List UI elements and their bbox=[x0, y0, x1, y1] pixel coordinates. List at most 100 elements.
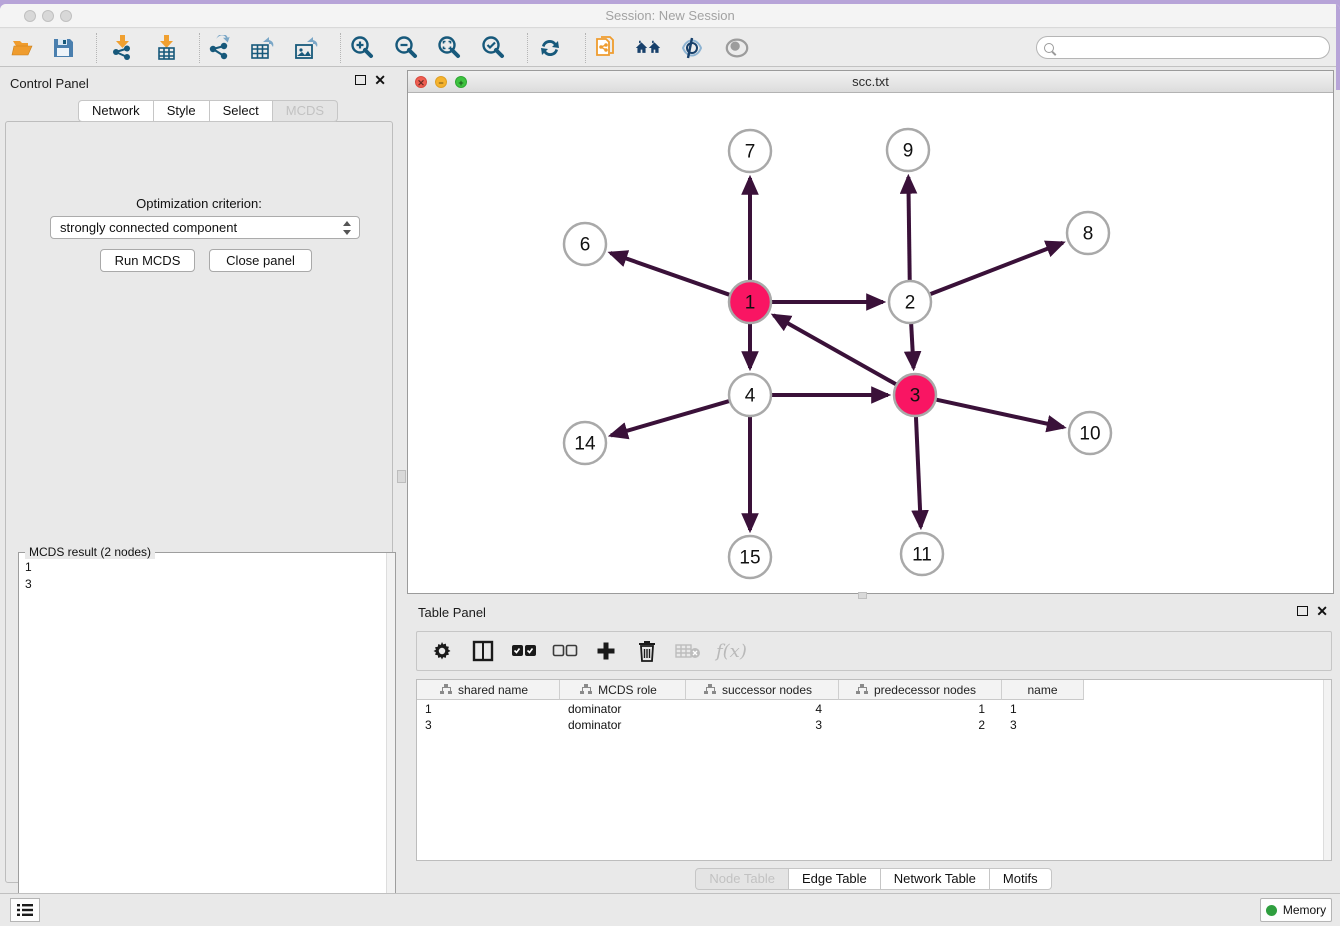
zoom-selected-icon[interactable] bbox=[480, 35, 506, 61]
table-cell[interactable]: dominator bbox=[560, 701, 686, 717]
column-header-predecessor-nodes[interactable]: predecessor nodes bbox=[839, 680, 1002, 700]
network-canvas[interactable]: 7 9 6 8 1 2 4 3 14 10 15 11 bbox=[408, 93, 1333, 593]
graph-node-6[interactable]: 6 bbox=[564, 223, 606, 265]
search-input[interactable] bbox=[1054, 37, 1329, 58]
graph-node-10[interactable]: 10 bbox=[1069, 412, 1111, 454]
graph-edge-3-1[interactable] bbox=[774, 315, 899, 385]
column-header-shared-name[interactable]: shared name bbox=[417, 680, 560, 700]
apply-layout-icon[interactable] bbox=[537, 35, 563, 61]
network-table-divider-handle[interactable] bbox=[858, 592, 867, 599]
close-panel-button[interactable]: Close panel bbox=[209, 249, 312, 272]
graph-edge-2-9[interactable] bbox=[908, 177, 909, 283]
tab-edge-table[interactable]: Edge Table bbox=[789, 868, 881, 890]
table-cell[interactable]: 3 bbox=[686, 717, 839, 733]
svg-text:7: 7 bbox=[745, 142, 756, 163]
toolbar-separator bbox=[96, 33, 97, 63]
column-header-successor-nodes[interactable]: successor nodes bbox=[686, 680, 839, 700]
table-scrollbar[interactable] bbox=[1323, 680, 1331, 860]
first-neighbors-icon[interactable] bbox=[635, 35, 661, 61]
graph-edge-1-6[interactable] bbox=[610, 253, 732, 296]
memory-button[interactable]: Memory bbox=[1260, 898, 1332, 922]
control-panel: Control Panel ✕ Optimization criterion: … bbox=[0, 67, 398, 897]
graph-node-4[interactable]: 4 bbox=[729, 374, 771, 416]
table-cell[interactable]: 4 bbox=[686, 701, 839, 717]
graph-node-14[interactable]: 14 bbox=[564, 422, 606, 464]
zoom-in-icon[interactable] bbox=[349, 35, 375, 61]
tab-network-table[interactable]: Network Table bbox=[881, 868, 990, 890]
graph-edge-2-3[interactable] bbox=[911, 321, 914, 368]
table-header-row: shared name MCDS role successor nodes pr… bbox=[417, 680, 1084, 700]
graph-edge-2-8[interactable] bbox=[928, 243, 1063, 295]
graph-node-11[interactable]: 11 bbox=[901, 533, 943, 575]
select-all-columns-icon[interactable] bbox=[511, 638, 537, 664]
table-cell[interactable]: 1 bbox=[1002, 701, 1084, 717]
tab-style[interactable]: Style bbox=[154, 100, 210, 122]
status-bar: Memory bbox=[0, 893, 1340, 926]
style-visibility-icon[interactable] bbox=[679, 35, 705, 61]
hide-selected-icon[interactable] bbox=[724, 35, 750, 61]
tab-motifs[interactable]: Motifs bbox=[990, 868, 1052, 890]
graph-edge-3-10[interactable] bbox=[934, 399, 1064, 427]
search-field[interactable] bbox=[1036, 36, 1330, 59]
network-view-window: ✕ − + scc.txt 7 9 6 8 1 2 4 3 14 10 15 11 bbox=[407, 70, 1334, 594]
export-table-icon[interactable] bbox=[249, 35, 275, 61]
close-table-panel-icon[interactable]: ✕ bbox=[1316, 606, 1328, 616]
control-panel-tabs: Network Style Select MCDS bbox=[78, 100, 338, 122]
titlebar: Session: New Session bbox=[0, 4, 1340, 28]
table-cell[interactable]: 2 bbox=[839, 717, 1002, 733]
column-label: successor nodes bbox=[722, 683, 812, 697]
table-cell[interactable]: dominator bbox=[560, 717, 686, 733]
tab-mcds[interactable]: MCDS bbox=[273, 100, 338, 122]
delete-column-icon[interactable] bbox=[634, 638, 660, 664]
tab-network[interactable]: Network bbox=[78, 100, 154, 122]
graph-node-7[interactable]: 7 bbox=[729, 130, 771, 172]
memory-status-icon bbox=[1266, 905, 1277, 916]
close-panel-icon[interactable]: ✕ bbox=[374, 75, 386, 85]
zoom-out-icon[interactable] bbox=[393, 35, 419, 61]
column-label: name bbox=[1027, 683, 1057, 697]
tab-node-table[interactable]: Node Table bbox=[695, 868, 789, 890]
graph-node-15[interactable]: 15 bbox=[729, 536, 771, 578]
task-history-button[interactable] bbox=[10, 898, 40, 922]
import-network-icon[interactable] bbox=[109, 35, 135, 61]
network-window-titlebar[interactable]: ✕ − + scc.txt bbox=[408, 71, 1333, 93]
graph-edge-4-14[interactable] bbox=[611, 400, 732, 435]
table-row[interactable]: 3 dominator 3 2 3 bbox=[417, 717, 1084, 733]
open-session-icon[interactable] bbox=[10, 35, 36, 61]
network-window-title: scc.txt bbox=[408, 74, 1333, 89]
graph-node-8[interactable]: 8 bbox=[1067, 212, 1109, 254]
delete-table-icon bbox=[675, 638, 701, 664]
panel-divider-handle[interactable] bbox=[397, 470, 406, 483]
save-session-icon[interactable] bbox=[50, 35, 76, 61]
graph-edge-3-11[interactable] bbox=[916, 414, 921, 527]
table-cell[interactable]: 1 bbox=[839, 701, 1002, 717]
zoom-fit-icon[interactable] bbox=[436, 35, 462, 61]
duplicate-network-icon[interactable] bbox=[593, 35, 619, 61]
table-settings-gear-icon[interactable] bbox=[429, 638, 455, 664]
float-table-panel-icon[interactable] bbox=[1297, 606, 1308, 616]
graph-node-9[interactable]: 9 bbox=[887, 129, 929, 171]
table-cell[interactable]: 1 bbox=[417, 701, 560, 717]
run-mcds-button[interactable]: Run MCDS bbox=[100, 249, 195, 272]
column-header-mcds-role[interactable]: MCDS role bbox=[560, 680, 686, 700]
float-panel-icon[interactable] bbox=[355, 75, 366, 85]
show-columns-icon[interactable] bbox=[470, 638, 496, 664]
table-toolbar: f(x) bbox=[416, 631, 1332, 671]
graph-node-3[interactable]: 3 bbox=[894, 374, 936, 416]
export-network-icon[interactable] bbox=[206, 35, 232, 61]
table-row[interactable]: 1 dominator 4 1 1 bbox=[417, 701, 1084, 717]
tab-select[interactable]: Select bbox=[210, 100, 273, 122]
criterion-select[interactable]: strongly connected component bbox=[50, 216, 360, 239]
control-panel-title: Control Panel bbox=[10, 76, 89, 91]
table-cell[interactable]: 3 bbox=[1002, 717, 1084, 733]
graph-node-2[interactable]: 2 bbox=[889, 281, 931, 323]
result-scrollbar[interactable] bbox=[386, 553, 395, 926]
import-table-icon[interactable] bbox=[153, 35, 179, 61]
graph-node-1[interactable]: 1 bbox=[729, 281, 771, 323]
node-table: shared name MCDS role successor nodes pr… bbox=[416, 679, 1332, 861]
column-header-name[interactable]: name bbox=[1002, 680, 1084, 700]
unselect-all-columns-icon[interactable] bbox=[552, 638, 578, 664]
export-image-icon[interactable] bbox=[293, 35, 319, 61]
create-column-icon[interactable] bbox=[593, 638, 619, 664]
table-cell[interactable]: 3 bbox=[417, 717, 560, 733]
